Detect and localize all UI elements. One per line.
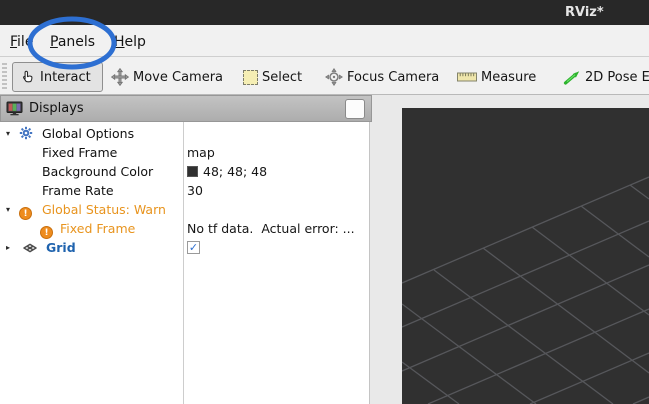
row-label: Background Color: [42, 162, 153, 181]
tool-focus-camera[interactable]: Focus Camera: [318, 62, 446, 92]
main-area: Displays ▾: [0, 95, 649, 404]
menu-help[interactable]: Help: [108, 25, 152, 56]
tool-2d-pose-estimate-label: 2D Pose Esti: [585, 70, 649, 85]
tool-interact-label: Interact: [40, 70, 91, 85]
monitor-icon: [6, 101, 23, 116]
grid-enabled-checkbox[interactable]: ✓: [187, 241, 200, 254]
row-label: Fixed Frame: [60, 219, 135, 238]
toolbar: Interact Move Camera Select: [0, 57, 649, 95]
expand-arrow-icon[interactable]: ▾: [2, 124, 14, 143]
expand-arrow-icon[interactable]: ▾: [2, 200, 14, 219]
fixed-frame-value[interactable]: map: [187, 143, 215, 162]
tree-row-frame-rate[interactable]: Frame Rate 30: [0, 181, 370, 200]
row-label: Grid: [46, 238, 76, 257]
ground-grid: [402, 108, 649, 404]
grid-icon: [23, 241, 37, 260]
tool-focus-camera-label: Focus Camera: [347, 70, 439, 85]
frame-rate-value[interactable]: 30: [187, 181, 203, 200]
selection-box-icon: [243, 70, 258, 85]
hand-icon: [20, 69, 36, 85]
row-label: Fixed Frame: [42, 143, 117, 162]
menu-panels[interactable]: Panels: [44, 25, 101, 56]
crosshair-icon: [325, 68, 343, 86]
row-label: Global Options: [42, 124, 134, 143]
window-title: RViz*: [565, 0, 604, 25]
color-swatch-text: 48; 48; 48: [203, 164, 267, 179]
tool-measure-label: Measure: [481, 70, 536, 85]
tree-row-global-status[interactable]: ▾ ! Global Status: Warn: [0, 200, 370, 219]
collapse-arrow-icon[interactable]: ▸: [2, 238, 14, 257]
move-arrows-icon: [111, 68, 129, 86]
displays-panel-header[interactable]: Displays: [0, 95, 372, 122]
tree-row-fixed-frame[interactable]: Fixed Frame map: [0, 143, 370, 162]
row-label: Global Status: Warn: [42, 200, 166, 219]
tool-move-camera[interactable]: Move Camera: [104, 62, 230, 92]
tree-row-grid[interactable]: ▸ Grid ✓: [0, 238, 370, 257]
tree-row-global-options[interactable]: ▾ Global Options: [0, 124, 370, 143]
row-label: Frame Rate: [42, 181, 114, 200]
tool-2d-pose-estimate[interactable]: 2D Pose Esti: [556, 62, 649, 92]
green-arrow-icon: [563, 69, 581, 85]
tf-error-value[interactable]: No tf data. Actual error: ...: [187, 219, 355, 238]
tool-measure[interactable]: Measure: [450, 62, 543, 92]
render-viewport[interactable]: [402, 108, 649, 404]
displays-panel: Displays ▾: [0, 95, 372, 404]
color-swatch: [187, 166, 198, 177]
panel-float-button[interactable]: [345, 99, 365, 119]
tree-row-background-color[interactable]: Background Color 48; 48; 48: [0, 162, 370, 181]
tool-interact[interactable]: Interact: [12, 62, 103, 92]
background-color-value[interactable]: 48; 48; 48: [187, 162, 267, 181]
displays-panel-title: Displays: [29, 101, 84, 116]
tool-select-label: Select: [262, 70, 302, 85]
tool-select[interactable]: Select: [236, 62, 309, 92]
title-bar: RViz*: [0, 0, 649, 25]
tree-row-fixed-frame-status[interactable]: ! Fixed Frame No tf data. Actual error: …: [0, 219, 370, 238]
menu-bar: File Panels Help: [0, 25, 649, 57]
menu-file[interactable]: File: [4, 25, 39, 56]
displays-tree: ▾ Global Options: [0, 122, 370, 404]
ruler-icon: [457, 71, 477, 83]
toolbar-drag-handle[interactable]: [2, 63, 7, 89]
tool-move-camera-label: Move Camera: [133, 70, 223, 85]
